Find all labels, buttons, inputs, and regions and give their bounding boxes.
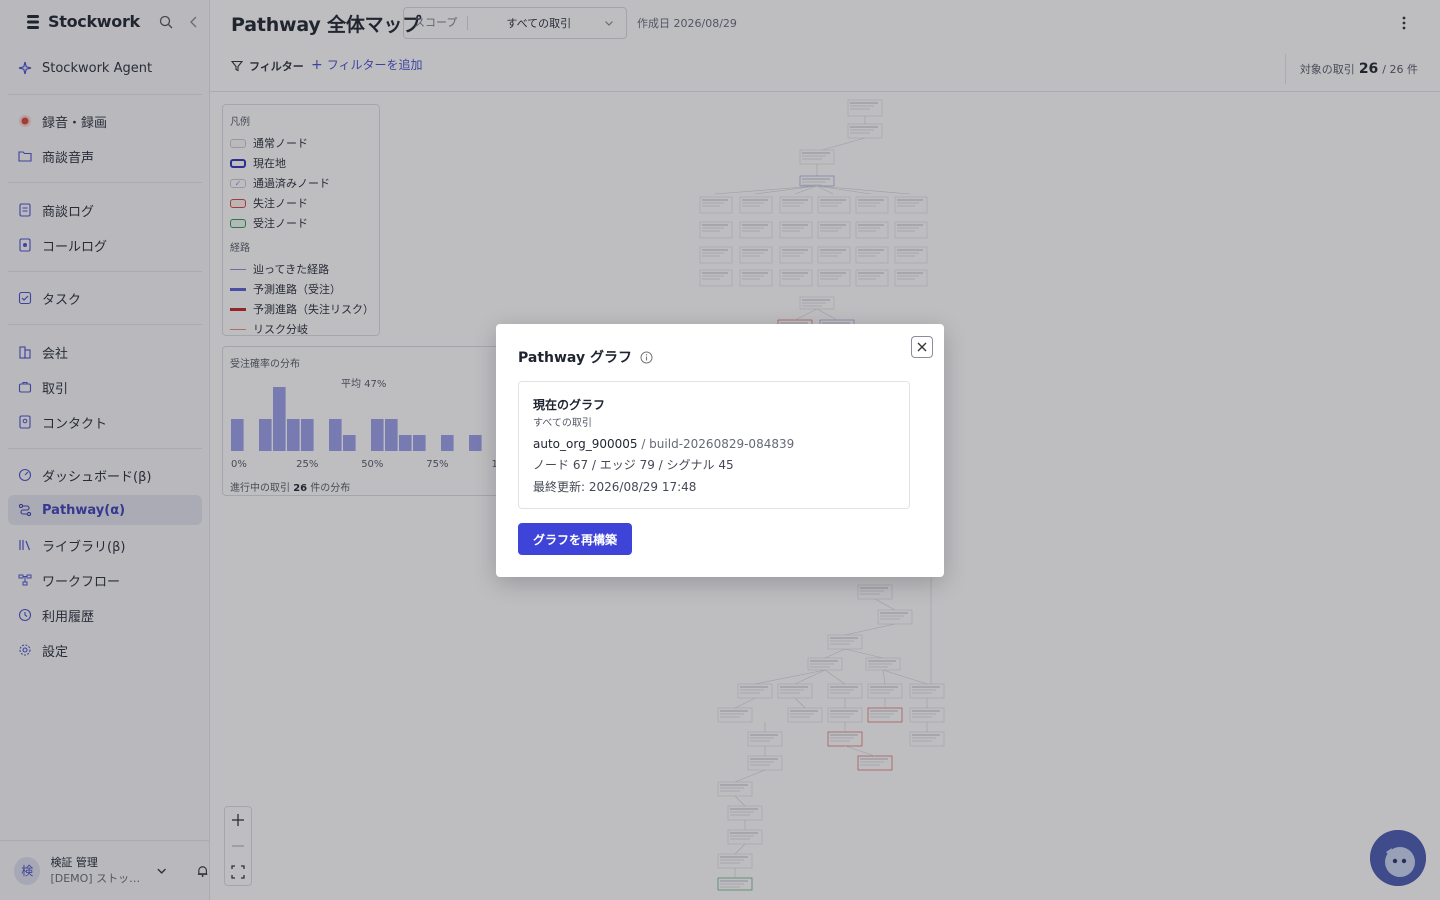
info-icon[interactable] — [640, 351, 653, 364]
current-graph-card: 現在のグラフ すべての取引 auto_org_900005 / build-20… — [518, 381, 910, 509]
graph-stats: ノード 67 / エッジ 79 / シグナル 45 — [533, 458, 734, 472]
close-button[interactable] — [911, 336, 933, 358]
rebuild-graph-button[interactable]: グラフを再構築 — [518, 523, 632, 555]
card-subtitle: すべての取引 — [533, 418, 592, 429]
graph-build-id: auto_org_900005 / build-20260829-084839 — [533, 437, 795, 451]
graph-updated: 最終更新: 2026/08/29 17:48 — [533, 480, 697, 494]
close-icon — [917, 342, 927, 352]
dialog-title: Pathway グラフ — [518, 347, 653, 367]
pathway-graph-dialog: Pathway グラフ 現在のグラフ すべての取引 auto_org_90000… — [496, 324, 944, 577]
card-title: 現在のグラフ — [533, 398, 606, 412]
